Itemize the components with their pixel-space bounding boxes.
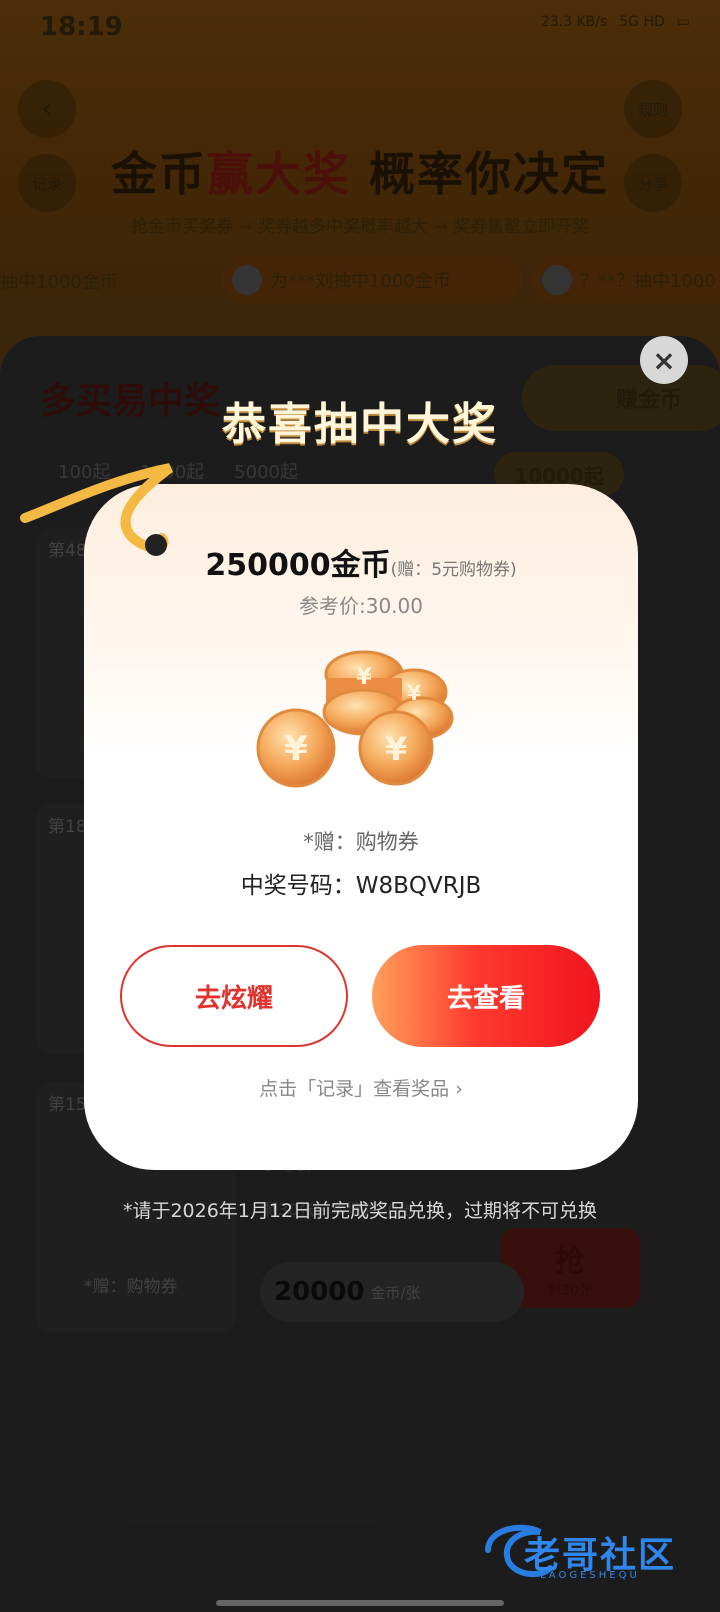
prize-title: 250000金币(赠：5元购物券) — [84, 540, 638, 584]
close-icon: × — [652, 343, 676, 377]
show-off-button[interactable]: 去炫耀 — [120, 945, 348, 1047]
redeem-notice: *请于2026年1月12日前完成奖品兑换，过期将不可兑换 — [122, 1200, 598, 1222]
chevron-right-icon: › — [455, 1078, 463, 1100]
svg-text:¥: ¥ — [407, 681, 421, 705]
show-off-label: 去炫耀 — [194, 983, 273, 1014]
gift-label: *赠：购物券 — [303, 830, 419, 854]
modal-heading: 恭喜抽中大奖 — [222, 399, 498, 450]
records-hint-link[interactable]: 点击「记录」查看奖品 › — [84, 1074, 638, 1101]
view-label: 去查看 — [446, 983, 525, 1014]
hint-text: 点击「记录」查看奖品 — [259, 1078, 450, 1100]
watermark-sub: LAOGESHEQU — [540, 1570, 640, 1581]
prize-amount: 250000金币 — [205, 548, 391, 583]
home-indicator[interactable] — [216, 1600, 504, 1606]
svg-text:¥: ¥ — [284, 729, 308, 769]
winning-code: 中奖号码：W8BQVRJB — [240, 873, 482, 899]
gold-coins-image: ¥ ¥ ¥ ¥ — [256, 650, 454, 788]
close-button[interactable]: × — [640, 336, 688, 384]
reference-price: 参考价:30.00 — [299, 594, 423, 618]
svg-text:¥: ¥ — [356, 665, 372, 690]
prize-gift: (赠：5元购物券) — [390, 560, 517, 580]
view-button[interactable]: 去查看 — [372, 945, 600, 1047]
svg-text:¥: ¥ — [385, 730, 407, 768]
